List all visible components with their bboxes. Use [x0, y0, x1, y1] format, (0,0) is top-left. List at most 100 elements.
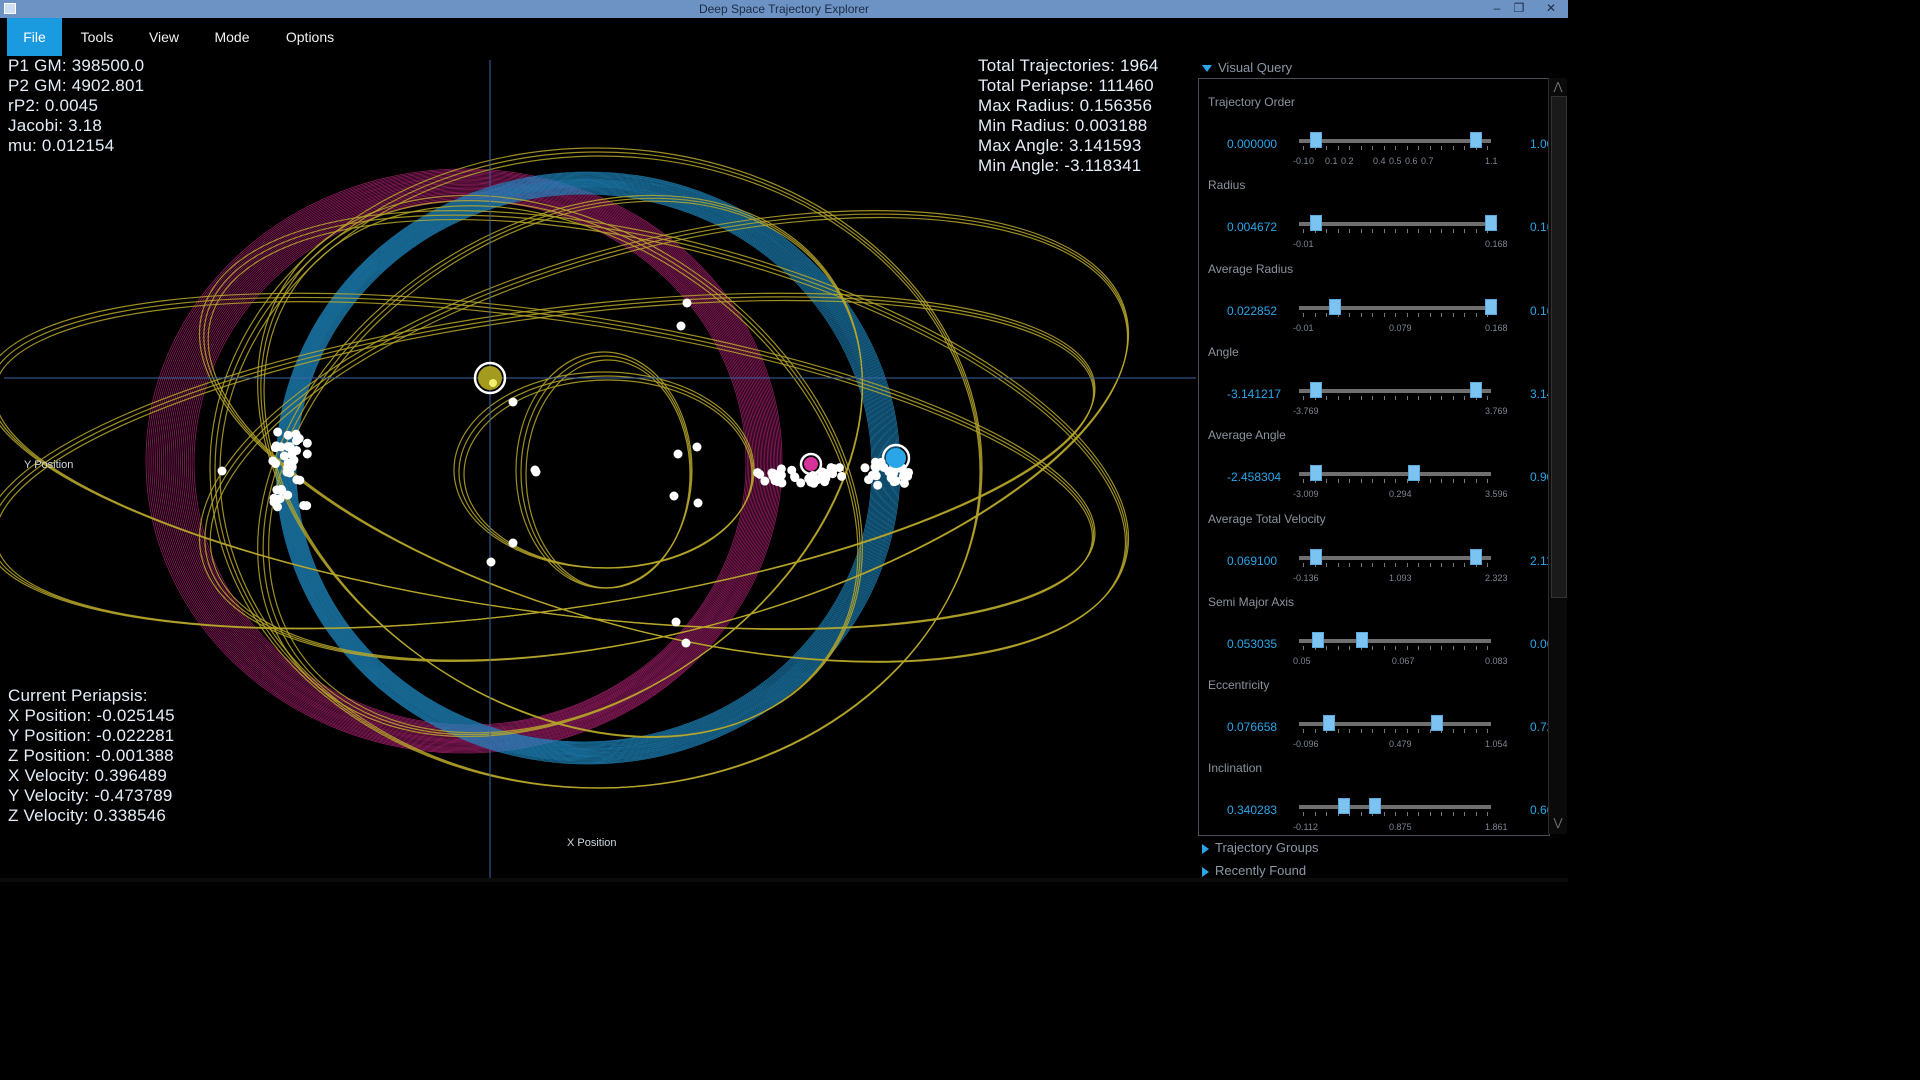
scroll-down-icon[interactable]: ⋁ — [1551, 816, 1565, 830]
periapsis-point[interactable] — [530, 465, 540, 475]
slider-angle[interactable]: Angle -3.141217 3.1404 -3.769 3.769 — [1199, 345, 1549, 425]
periapsis-point[interactable] — [673, 449, 683, 459]
close-button[interactable]: ✕ — [1536, 0, 1566, 18]
periapsis-point[interactable] — [284, 442, 294, 452]
window-title: Deep Space Trajectory Explorer — [698, 2, 870, 16]
periapsis-x-velocity: X Velocity: 0.396489 — [8, 766, 168, 785]
slider-high-thumb[interactable] — [1470, 132, 1482, 148]
slider-inclination[interactable]: Inclination 0.340283 0.6619 -0.112 0.875 1.86… — [1199, 761, 1549, 835]
periapsis-point[interactable] — [302, 438, 312, 448]
periapsis-point[interactable] — [693, 498, 703, 508]
periapsis-point[interactable] — [692, 442, 702, 452]
periapsis-point[interactable] — [871, 471, 881, 481]
periapsis-point[interactable] — [217, 466, 227, 476]
periapsis-point[interactable] — [820, 477, 830, 487]
periapsis-point[interactable] — [769, 469, 779, 479]
periapsis-point[interactable] — [777, 478, 787, 488]
slider-tick — [1418, 229, 1419, 234]
slider-low-thumb[interactable] — [1310, 548, 1322, 565]
minimize-button[interactable]: – — [1486, 0, 1508, 18]
slider-low-thumb[interactable] — [1329, 298, 1342, 315]
periapsis-point[interactable] — [292, 475, 302, 485]
slider-low-thumb[interactable] — [1309, 381, 1322, 398]
periapsis-point[interactable] — [508, 397, 518, 407]
slider-trajectory-order[interactable]: Trajectory Order0.0000001.0000-0.100.10.… — [1199, 95, 1549, 175]
periapsis-point[interactable] — [828, 469, 838, 479]
periapsis-point[interactable] — [276, 484, 286, 494]
menu-view[interactable]: View — [140, 18, 188, 56]
slider-track[interactable] — [1299, 555, 1491, 560]
periapsis-point[interactable] — [886, 473, 896, 483]
slider-max-value: 3.1404 — [1530, 386, 1549, 401]
slider-low-thumb[interactable] — [1338, 798, 1350, 815]
slider-semi-major-axis[interactable]: Semi Major Axis 0.053035 0.0606 0.05 0.067 0.… — [1199, 595, 1549, 675]
visual-query-header[interactable]: Visual Query — [1202, 60, 1292, 75]
magenta-selected-point — [804, 457, 818, 471]
slider-low-thumb[interactable] — [1309, 215, 1322, 232]
slider-track[interactable] — [1299, 388, 1491, 393]
periapsis-point[interactable] — [837, 471, 847, 481]
scroll-up-icon[interactable]: ⋀ — [1551, 80, 1565, 94]
slider-average-total-velocity[interactable]: Average Total Velocity 0.069100 2.1178 -0.1… — [1199, 512, 1549, 592]
restore-button[interactable]: ❐ — [1508, 0, 1530, 18]
trajectory-groups-header[interactable]: Trajectory Groups — [1202, 840, 1319, 855]
slider-tick — [1429, 645, 1431, 650]
slider-high-thumb[interactable] — [1430, 715, 1443, 732]
slider-track[interactable] — [1299, 222, 1491, 227]
periapsis-point[interactable] — [268, 456, 278, 466]
periapsis-point[interactable] — [873, 480, 883, 490]
slider-average-angle[interactable]: Average Angle -2.458304 0.9010 -3.009 0.294 3… — [1199, 428, 1549, 508]
slider-track[interactable] — [1299, 139, 1491, 143]
periapsis-point[interactable] — [871, 463, 881, 473]
periapsis-point[interactable] — [834, 463, 844, 473]
slider-high-thumb[interactable] — [1485, 298, 1498, 315]
slider-radius[interactable]: Radius 0.004672 0.1675 -0.01 0.168 — [1199, 178, 1549, 258]
menu-file[interactable]: File — [7, 18, 62, 56]
slider-high-thumb[interactable] — [1469, 548, 1482, 565]
slider-high-thumb[interactable] — [1407, 465, 1420, 482]
slider-low-thumb[interactable] — [1311, 631, 1324, 648]
periapsis-point[interactable] — [294, 434, 304, 444]
slider-high-thumb[interactable] — [1485, 215, 1498, 232]
periapsis-point[interactable] — [299, 500, 309, 510]
slider-track[interactable] — [1299, 305, 1491, 310]
periapsis-point[interactable] — [860, 463, 870, 473]
slider-average-radius[interactable]: Average Radius 0.022852 0.1675 -0.01 0.079 0.… — [1199, 262, 1549, 342]
orbit-canvas[interactable] — [0, 56, 1196, 882]
periapsis-point[interactable] — [676, 321, 686, 331]
periapsis-point[interactable] — [276, 442, 286, 452]
slider-low-thumb[interactable] — [1310, 465, 1322, 482]
slider-high-thumb[interactable] — [1469, 381, 1482, 398]
scroll-thumb[interactable] — [1551, 96, 1567, 598]
slider-track[interactable] — [1299, 638, 1491, 643]
periapsis-point[interactable] — [755, 469, 765, 479]
periapsis-point[interactable] — [283, 430, 293, 440]
periapsis-point[interactable] — [671, 617, 681, 627]
periapsis-point[interactable] — [508, 538, 518, 548]
panel-scrollbar[interactable]: ⋀ ⋁ — [1548, 78, 1567, 834]
slider-eccentricity[interactable]: Eccentricity 0.076658 0.7237 -0.096 0.479 1.0… — [1199, 678, 1549, 758]
periapsis-point[interactable] — [796, 478, 806, 488]
periapsis-point[interactable] — [681, 638, 691, 648]
periapsis-point[interactable] — [812, 475, 822, 485]
slider-low-thumb[interactable] — [1322, 715, 1335, 732]
slider-track[interactable] — [1299, 472, 1491, 477]
periapsis-point[interactable] — [682, 298, 692, 308]
trajectory-plot[interactable]: P1 GM: 398500.0 P2 GM: 4902.801 rP2: 0.0… — [0, 56, 1196, 882]
menu-tools[interactable]: Tools — [72, 18, 122, 56]
query-panel: Visual Query Trajectory Order 0.000000 1.0… — [1198, 56, 1568, 882]
periapsis-point[interactable] — [283, 458, 293, 468]
periapsis-point[interactable] — [669, 491, 679, 501]
slider-track[interactable] — [1299, 805, 1491, 810]
periapsis-point[interactable] — [273, 427, 283, 437]
periapsis-point[interactable] — [787, 465, 797, 475]
menu-mode[interactable]: Mode — [206, 18, 258, 56]
recently-found-header[interactable]: Recently Found — [1202, 863, 1306, 878]
slider-high-thumb[interactable] — [1355, 631, 1368, 648]
periapsis-point[interactable] — [486, 557, 496, 567]
slider-high-thumb[interactable] — [1369, 798, 1382, 815]
menu-options[interactable]: Options — [276, 18, 344, 56]
slider-tick — [1395, 146, 1396, 150]
slider-low-thumb[interactable] — [1310, 132, 1322, 148]
periapsis-point[interactable] — [302, 449, 312, 459]
